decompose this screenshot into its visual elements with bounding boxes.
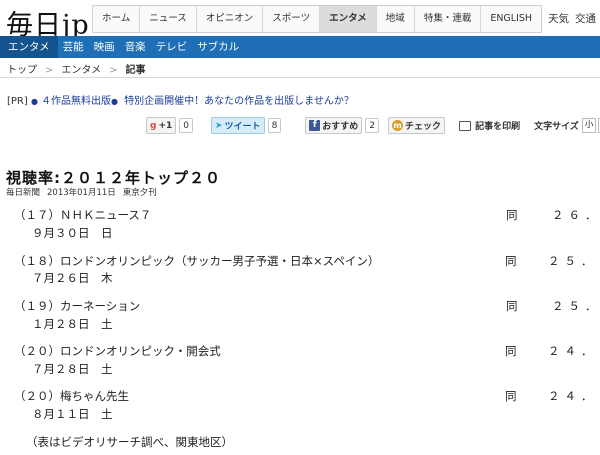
ranking-program: （１７）ＮＨＫニュース７ xyxy=(14,208,152,222)
breadcrumb-top[interactable]: トップ xyxy=(7,65,37,76)
breadcrumb-separator: > xyxy=(109,65,118,76)
tweet-button[interactable]: ➤ ツイート xyxy=(211,117,265,134)
traffic-link[interactable]: 交通 xyxy=(575,13,596,25)
subnav-subculture[interactable]: サブカル xyxy=(192,36,244,58)
ranking-rating: ２６．０ xyxy=(552,208,600,222)
gplus-count: 0 xyxy=(179,118,193,133)
article-title: 視聴率:２０１２年トップ２０ xyxy=(6,169,221,187)
ranking-date: ９月３０日 日 xyxy=(32,226,113,240)
printer-icon xyxy=(459,120,472,131)
fb-count: 2 xyxy=(365,118,380,133)
ranking-date: ８月１１日 土 xyxy=(32,407,113,421)
gplus-icon: g xyxy=(150,120,157,131)
source-note: （表はビデオリサーチ調べ、関東地区） xyxy=(26,435,233,449)
tab-news[interactable]: ニュース xyxy=(140,6,197,32)
font-size-label: 文字サイズ xyxy=(534,122,579,132)
subnav-geino[interactable]: 芸能 xyxy=(58,36,89,58)
tab-features[interactable]: 特集・連載 xyxy=(415,6,482,32)
mixi-icon: m xyxy=(392,120,404,131)
article-source: 毎日新聞 xyxy=(6,188,41,198)
fb-label: おすすめ xyxy=(322,122,359,132)
subnav-tv[interactable]: テレビ xyxy=(151,36,193,58)
pr-link-free-publish[interactable]: ４作品無料出版 xyxy=(41,96,111,107)
weather-link[interactable]: 天気 xyxy=(548,13,569,25)
gplus-label: +1 xyxy=(158,120,173,131)
breadcrumb-current: 記事 xyxy=(125,65,146,76)
divider xyxy=(0,77,600,78)
pr-link-special-project[interactable]: 特別企画開催中！あなたの作品を出版しませんか？ xyxy=(124,96,354,107)
tweet-label: ツイート xyxy=(224,122,261,132)
gplus-button[interactable]: g +1 xyxy=(146,117,177,134)
top-nav: ホーム ニュース オピニオン スポーツ エンタメ 地域 特集・連載 ENGLIS… xyxy=(92,5,543,33)
subnav-entame[interactable]: エンタメ xyxy=(0,36,58,58)
ranking-program: （２０）ロンドンオリンピック・開会式 xyxy=(14,344,221,358)
font-size-small-button[interactable]: 小 xyxy=(581,118,597,133)
tab-entame[interactable]: エンタメ xyxy=(320,6,377,32)
breadcrumb: トップ > エンタメ > 記事 xyxy=(7,61,145,76)
bullet-icon: ● xyxy=(30,97,38,106)
ranking-same-label: 同 xyxy=(505,344,517,358)
ranking-same-label: 同 xyxy=(505,389,517,403)
subnav-movie[interactable]: 映画 xyxy=(89,36,120,58)
print-button[interactable]: 記事を印刷 xyxy=(459,119,520,132)
ranking-date: ７月２８日 土 xyxy=(32,362,113,376)
facebook-icon: f xyxy=(309,120,321,131)
ranking-same-label: 同 xyxy=(506,299,518,313)
ranking-same-label: 同 xyxy=(505,254,517,268)
ranking-rating: ２４．９ xyxy=(548,344,600,358)
tab-english[interactable]: ENGLISH xyxy=(481,6,541,32)
ranking-date: １月２８日 土 xyxy=(32,317,113,331)
tab-region[interactable]: 地域 xyxy=(377,6,415,32)
tab-home[interactable]: ホーム xyxy=(93,6,141,32)
ranking-rating: ２５．９ xyxy=(548,254,600,268)
bullet-icon: ● xyxy=(110,97,118,106)
tab-opinion[interactable]: オピニオン xyxy=(197,6,264,32)
ranking-same-label: 同 xyxy=(506,208,518,222)
ranking-date: ７月２６日 木 xyxy=(32,271,113,285)
article-dateline: 毎日新聞 2013年01月11日 東京夕刊 xyxy=(6,186,164,198)
tab-sports[interactable]: スポーツ xyxy=(263,6,321,32)
tweet-count: 8 xyxy=(267,118,282,133)
breadcrumb-separator: > xyxy=(45,65,54,76)
ranking-program: （２０）梅ちゃん先生 xyxy=(14,389,129,403)
subnav-music[interactable]: 音楽 xyxy=(120,36,151,58)
ranking-rating: ２５．０ xyxy=(552,299,600,313)
mixi-check-button[interactable]: m チェック xyxy=(388,117,446,134)
article-date: 2013年01月11日 xyxy=(47,188,116,198)
ranking-rating: ２４．９ xyxy=(548,389,600,403)
sub-nav: エンタメ 芸能 映画 音楽 テレビ サブカル xyxy=(0,36,600,58)
ranking-program: （１８）ロンドンオリンピック（サッカー男子予選・日本×スペイン） xyxy=(14,254,380,268)
share-bar: g +1 0 ➤ ツイート 8 f おすすめ 2 m チェック 記事を印刷 文字サイズ … xyxy=(146,117,600,134)
breadcrumb-entame[interactable]: エンタメ xyxy=(61,65,101,76)
mixi-label: チェック xyxy=(405,122,442,132)
pr-tag: [PR] xyxy=(7,96,28,107)
pr-banner: [PR] ● ４作品無料出版● 特別企画開催中！あなたの作品を出版しませんか？ xyxy=(7,92,354,107)
ranking-program: （１９）カーネーション xyxy=(14,299,141,313)
twitter-bird-icon: ➤ xyxy=(215,120,223,131)
print-label: 記事を印刷 xyxy=(475,122,521,132)
facebook-recommend-button[interactable]: f おすすめ xyxy=(305,117,363,134)
utility-links: 天気 交通 xyxy=(548,11,600,26)
article-edition: 東京夕刊 xyxy=(122,188,157,198)
